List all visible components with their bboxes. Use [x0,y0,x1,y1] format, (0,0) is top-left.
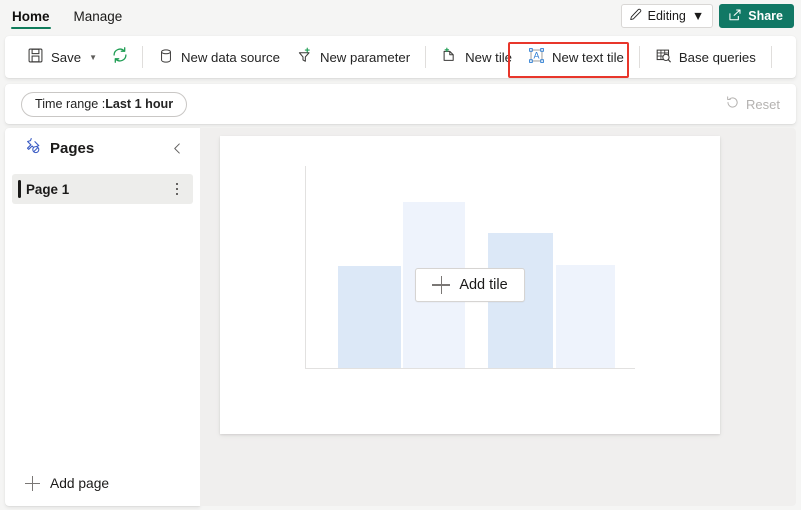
save-icon [27,47,44,67]
plus-icon [432,276,451,294]
app-window: Home Manage Editing ▼ Share Save ▼ New d… [0,0,801,510]
tab-home-label: Home [12,8,50,24]
save-button[interactable]: Save ▼ [19,42,105,72]
text-tile-icon: A [528,47,545,67]
pin-off-icon[interactable] [23,137,41,160]
database-icon [158,48,174,67]
placeholder-bar [556,265,615,368]
add-tile-label: Add tile [459,277,508,293]
pages-header: Pages [5,128,200,168]
new-tile-button[interactable]: New tile [433,42,520,72]
add-tile-button[interactable]: Add tile [415,268,525,302]
editing-label: Editing [647,9,686,23]
chevron-down-icon: ▼ [691,9,705,23]
kebab-dot [175,187,179,191]
reset-label: Reset [746,96,780,112]
dashboard-canvas: Add tile [200,128,796,506]
base-queries-label: Base queries [678,49,756,65]
svg-text:A: A [534,51,540,61]
add-page-button[interactable]: Add page [5,460,200,506]
filter-bar: Time range : Last 1 hour Reset [5,84,796,124]
base-queries-icon [655,47,672,67]
new-text-tile-label: New text tile [552,49,624,65]
command-bar: Save ▼ New data source New parameter New… [5,36,796,78]
more-vertical-icon[interactable] [165,177,189,201]
new-tile-icon [441,47,458,67]
pages-list: Page 1 [5,168,200,204]
chevron-down-icon: ▼ [89,52,97,62]
sidebar-filler [5,204,200,460]
toolbar-separator-3 [638,46,640,68]
base-queries-button[interactable]: Base queries [647,42,764,72]
share-label: Share [748,9,783,23]
plus-icon [25,475,40,491]
placeholder-x-axis [305,368,635,369]
time-range-prefix: Time range : [35,97,106,111]
body-region: Pages Page 1 Add page Add tile [5,128,796,506]
toolbar-separator-2 [425,46,427,68]
placeholder-bar [338,266,401,368]
sidebar-item-page-1[interactable]: Page 1 [12,174,193,204]
reset-filters-button[interactable]: Reset [725,95,784,113]
top-tab-bar: Home Manage Editing ▼ Share [0,0,801,32]
chevron-left-icon[interactable] [166,137,188,159]
placeholder-y-axis [305,166,306,369]
share-icon [728,8,742,25]
new-parameter-label: New parameter [319,49,411,65]
tab-home[interactable]: Home [0,0,62,32]
page-item-label: Page 1 [26,181,70,197]
new-data-source-label: New data source [180,49,280,65]
save-label: Save [51,49,82,65]
empty-dashboard-card: Add tile [220,136,720,434]
refresh-icon [111,46,129,69]
new-parameter-button[interactable]: New parameter [288,42,418,72]
selected-accent-bar [18,180,21,198]
toolbar-separator-1 [141,46,143,68]
reset-icon [725,95,740,113]
time-range-value: Last 1 hour [105,97,174,111]
refresh-button[interactable] [105,42,135,72]
new-text-tile-button[interactable]: A New text tile [520,42,632,72]
pencil-icon [629,8,642,24]
share-button[interactable]: Share [719,4,794,28]
editing-mode-button[interactable]: Editing ▼ [620,4,714,28]
tab-manage[interactable]: Manage [62,0,135,32]
top-right-actions: Editing ▼ Share [620,4,801,28]
add-page-label: Add page [50,475,110,491]
pages-sidebar: Pages Page 1 Add page [5,128,200,506]
kebab-dot [175,192,179,196]
new-tile-label: New tile [465,49,513,65]
tab-manage-label: Manage [73,8,123,24]
time-range-pill[interactable]: Time range : Last 1 hour [21,91,188,117]
filter-plus-icon [296,47,313,67]
kebab-dot [175,182,179,186]
toolbar-separator-4 [770,46,772,68]
pages-title: Pages [50,139,95,157]
new-data-source-button[interactable]: New data source [150,42,288,72]
